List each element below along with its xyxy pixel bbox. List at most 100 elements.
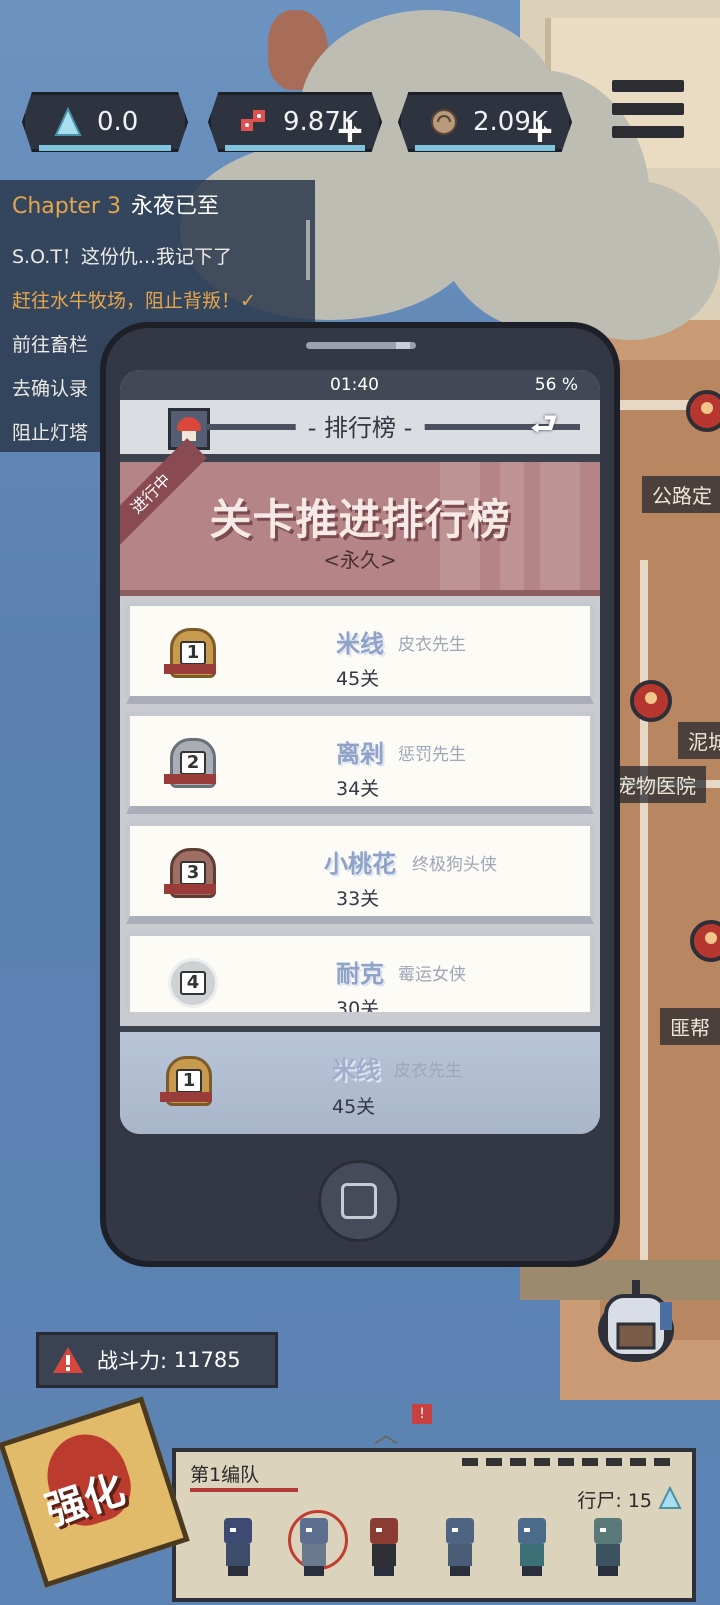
my-ranking-row[interactable]: 1 米线 皮衣先生 45关 xyxy=(120,1026,600,1134)
stage-count: 33关 xyxy=(336,888,380,910)
rank-number: 1 xyxy=(179,641,207,665)
stage-count: 30关 xyxy=(336,998,380,1012)
phone-camera xyxy=(396,342,410,349)
ranking-list[interactable]: 1 米线 皮衣先生 45关 2 离剁 惩罚先生 34关 3 小桃花 终极狗头侠 … xyxy=(126,602,594,1012)
medal-disc: 4 xyxy=(168,958,218,1008)
medal-ribbon xyxy=(164,774,216,784)
road xyxy=(640,560,648,1260)
player-name[interactable]: 离剁 xyxy=(336,734,384,769)
expand-chevron-icon[interactable]: ︿ xyxy=(374,1414,398,1449)
quest-chapter-header: Chapter 3 永夜已至 xyxy=(12,188,219,220)
hero-slot[interactable] xyxy=(438,1514,482,1578)
team-panel[interactable]: 第1编队 行尸: 15 xyxy=(172,1448,696,1602)
menu-bar xyxy=(612,126,684,138)
quest-item[interactable]: 去确认录 xyxy=(12,374,88,401)
hero-head xyxy=(300,1518,328,1544)
hero-eye xyxy=(524,1528,530,1532)
silver-medal-icon: 2 xyxy=(164,738,216,790)
quest-item-active[interactable]: 赶往水牛牧场，阻止背叛！✓ xyxy=(12,286,256,313)
chapter-label: Chapter 3 xyxy=(12,194,121,219)
hero-slot[interactable] xyxy=(216,1514,260,1578)
player-name[interactable]: 小桃花 xyxy=(324,844,396,879)
rank-number: 4 xyxy=(179,971,207,995)
hero-body xyxy=(372,1544,396,1566)
menu-bar xyxy=(612,80,684,92)
upgrade-button[interactable]: 强化 xyxy=(0,1396,190,1588)
combat-power-value: 11785 xyxy=(173,1348,241,1372)
chapter-title: 永夜已至 xyxy=(130,194,219,219)
walker-count: 行尸: 15 xyxy=(577,1486,652,1513)
ranking-row[interactable]: 3 小桃花 终极狗头侠 33关 xyxy=(126,822,594,924)
main-menu-button[interactable] xyxy=(612,80,684,138)
map-location-marker[interactable] xyxy=(630,680,672,722)
walker-value: 15 xyxy=(627,1490,652,1512)
return-arrow-icon[interactable]: ⮐ xyxy=(518,410,570,440)
dice-currency[interactable]: 9.87K + xyxy=(208,92,382,152)
notification-badge: ! xyxy=(412,1404,432,1424)
dice-icon xyxy=(237,105,271,139)
fog-cloud xyxy=(540,180,720,340)
ranking-row[interactable]: 2 离剁 惩罚先生 34关 xyxy=(126,712,594,814)
backpack-icon[interactable] xyxy=(588,1272,684,1366)
ranking-row[interactable]: 4 耐克 霉运女侠 30关 xyxy=(126,932,594,1012)
hero-legs xyxy=(522,1566,542,1576)
medal-ribbon xyxy=(164,664,216,674)
walker-label: 行尸: xyxy=(577,1490,622,1512)
add-dice-icon[interactable]: + xyxy=(335,113,365,149)
leaderboard-subtitle: <永久> xyxy=(323,548,397,572)
map-label[interactable]: 宠物医院 xyxy=(606,766,706,803)
crystal-amount: 0.0 xyxy=(97,107,139,137)
quest-scrollbar[interactable] xyxy=(306,220,310,280)
combat-power-display: 战斗力: 11785 xyxy=(36,1332,278,1388)
hero-eye xyxy=(452,1528,458,1532)
hero-head xyxy=(370,1518,398,1544)
hero-legs xyxy=(598,1566,618,1576)
player-title: 霉运女侠 xyxy=(398,965,466,985)
map-label[interactable]: 匪帮 xyxy=(660,1008,720,1045)
quest-item[interactable]: 阻止灯塔 xyxy=(12,418,88,445)
leaderboard-banner: 进行中 关卡推进排行榜 <永久> xyxy=(120,438,600,596)
team-dashes xyxy=(462,1458,672,1466)
stage-count: 34关 xyxy=(336,778,380,800)
hero-slot[interactable] xyxy=(362,1514,406,1578)
ranking-row[interactable]: 1 米线 皮衣先生 45关 xyxy=(126,602,594,704)
phone-screen: 01:40 56 % - 排行榜 - ⮐ 进行中 关卡推进排行榜 <永久> 1 … xyxy=(120,370,600,1134)
player-name[interactable]: 米线 xyxy=(332,1050,380,1085)
hero-legs xyxy=(450,1566,470,1576)
shell-currency[interactable]: 2.09K + xyxy=(398,92,572,152)
quest-item[interactable]: S.O.T！这份仇...我记下了 xyxy=(12,242,232,269)
hero-eye xyxy=(600,1528,606,1532)
warning-icon xyxy=(51,1345,85,1375)
rank-number: 2 xyxy=(179,751,207,775)
map-location-marker[interactable] xyxy=(686,390,720,432)
hero-legs xyxy=(304,1566,324,1576)
currency-underbar xyxy=(39,145,171,151)
player-name[interactable]: 米线 xyxy=(336,624,384,659)
crystal-currency[interactable]: 0.0 xyxy=(22,92,188,152)
hero-head xyxy=(594,1518,622,1544)
status-time: 01:40 xyxy=(330,375,379,395)
bronze-medal-icon: 3 xyxy=(164,848,216,900)
team-name[interactable]: 第1编队 xyxy=(190,1460,259,1487)
map-label[interactable]: 公路定 xyxy=(642,476,720,513)
leaderboard-title: 关卡推进排行榜 xyxy=(209,495,511,544)
hero-body xyxy=(596,1544,620,1566)
team-underline xyxy=(190,1488,298,1492)
hero-slot[interactable] xyxy=(586,1514,630,1578)
hero-slot[interactable] xyxy=(292,1514,336,1578)
status-battery: 56 % xyxy=(534,375,578,395)
shell-icon xyxy=(427,105,461,139)
hero-body xyxy=(520,1544,544,1566)
map-label[interactable]: 泥城 xyxy=(678,722,720,759)
crystal-icon xyxy=(658,1485,682,1510)
quest-item[interactable]: 前往畜栏 xyxy=(12,330,88,357)
gold-medal-icon: 1 xyxy=(160,1056,212,1108)
player-title: 皮衣先生 xyxy=(394,1061,462,1081)
hero-eye xyxy=(376,1528,382,1532)
hero-slot[interactable] xyxy=(510,1514,554,1578)
gold-medal-icon: 1 xyxy=(164,628,216,680)
add-shell-icon[interactable]: + xyxy=(525,113,555,149)
phone-home-button[interactable] xyxy=(318,1160,400,1242)
player-title: 皮衣先生 xyxy=(398,635,466,655)
player-name[interactable]: 耐克 xyxy=(336,954,384,989)
